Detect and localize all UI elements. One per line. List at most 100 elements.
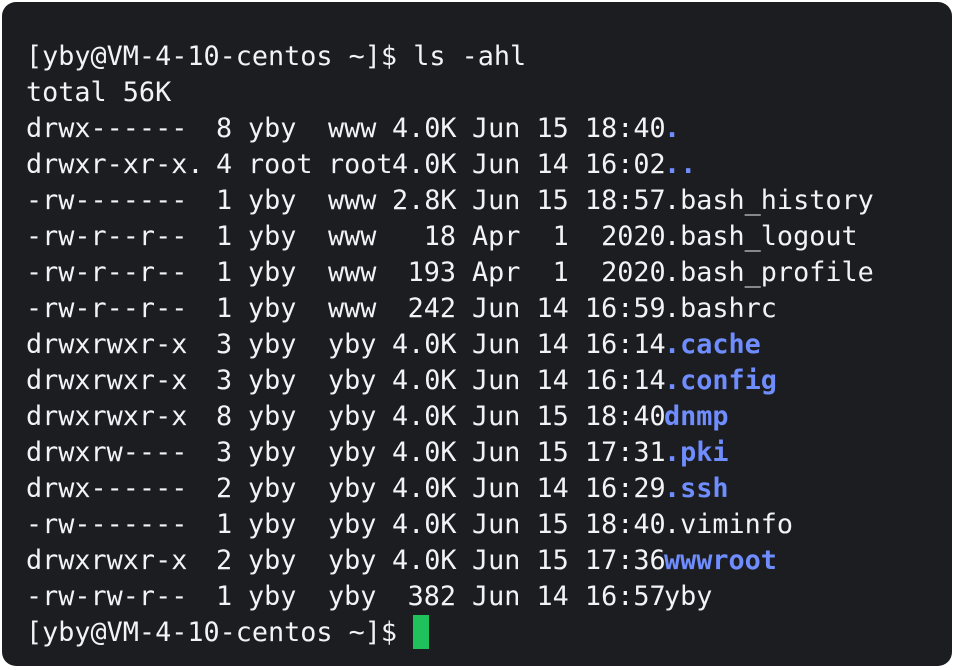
filename-cell: .ssh — [664, 473, 729, 504]
owner-cell: root — [248, 149, 313, 180]
owner-cell: yby — [248, 365, 297, 396]
filename-cell: wwwroot — [664, 545, 777, 576]
owner-cell: yby — [248, 509, 297, 540]
date-cell: Apr 1 2020 — [472, 221, 666, 252]
link-count-cell: 3 — [216, 329, 233, 360]
group-cell: www — [328, 221, 377, 252]
owner-cell: yby — [248, 329, 297, 360]
total-line: total 56K — [26, 77, 172, 108]
owner-cell: yby — [248, 221, 297, 252]
size-cell: 193 — [407, 257, 456, 288]
listing-row: -rw------- 1 yby www 2.8K Jun 15 18:57.bash_h… — [26, 183, 952, 219]
filename-cell: .. — [664, 149, 697, 180]
listing-row: drwx------ 2 yby yby 4.0K Jun 14 16:29.ssh — [26, 471, 952, 507]
listing-row: drwxrwxr-x 8 yby yby 4.0K Jun 15 18:40dnmp — [26, 399, 952, 435]
link-count-cell: 1 — [216, 185, 233, 216]
group-cell: yby — [328, 329, 377, 360]
size-cell: 4.0K — [392, 113, 457, 144]
permissions-cell: drwxrwxr-x — [26, 401, 188, 432]
listing-row: drwxrwxr-x 3 yby yby 4.0K Jun 14 16:14.cache — [26, 327, 952, 363]
link-count-cell: 1 — [216, 509, 233, 540]
size-cell: 242 — [407, 293, 456, 324]
link-count-cell: 2 — [216, 545, 233, 576]
permissions-cell: drwxrwxr-x — [26, 365, 188, 396]
shell-prompt: [yby@VM-4-10-centos ~]$ — [26, 617, 398, 648]
group-cell: yby — [328, 545, 377, 576]
date-cell: Jun 14 16:02 — [472, 149, 666, 180]
date-cell: Jun 15 18:40 — [472, 401, 666, 432]
filename-cell: .config — [664, 365, 777, 396]
owner-cell: yby — [248, 401, 297, 432]
link-count-cell: 1 — [216, 581, 233, 612]
size-cell: 4.0K — [392, 509, 457, 540]
size-cell: 4.0K — [392, 365, 457, 396]
owner-cell: yby — [248, 545, 297, 576]
permissions-cell: -rw-r--r-- — [26, 257, 188, 288]
permissions-cell: -rw------- — [26, 185, 188, 216]
size-cell: 4.0K — [392, 437, 457, 468]
group-cell: www — [328, 293, 377, 324]
date-cell: Jun 14 16:14 — [472, 329, 666, 360]
permissions-cell: -rw------- — [26, 509, 188, 540]
filename-cell: .bashrc — [664, 293, 777, 324]
listing-row: -rw-r--r-- 1 yby www 18 Apr 1 2020.bash_logou… — [26, 219, 952, 255]
permissions-cell: drwx------ — [26, 113, 188, 144]
terminal-window[interactable]: [yby@VM-4-10-centos ~]$ ls -ahl total 56… — [2, 2, 952, 666]
filename-cell: .bash_history — [664, 185, 874, 216]
owner-cell: yby — [248, 113, 297, 144]
group-cell: www — [328, 257, 377, 288]
link-count-cell: 4 — [216, 149, 233, 180]
permissions-cell: drwxrw---- — [26, 437, 188, 468]
size-cell: 4.0K — [392, 149, 457, 180]
link-count-cell: 3 — [216, 437, 233, 468]
listing-row: -rw------- 1 yby yby 4.0K Jun 15 18:40.viminf… — [26, 507, 952, 543]
filename-cell: .cache — [664, 329, 761, 360]
size-cell: 4.0K — [392, 329, 457, 360]
group-cell: yby — [328, 437, 377, 468]
link-count-cell: 1 — [216, 293, 233, 324]
permissions-cell: drwxr-xr-x. — [26, 149, 204, 180]
date-cell: Jun 15 18:40 — [472, 113, 666, 144]
owner-cell: yby — [248, 185, 297, 216]
link-count-cell: 8 — [216, 113, 233, 144]
permissions-cell: drwxrwxr-x — [26, 329, 188, 360]
owner-cell: yby — [248, 293, 297, 324]
owner-cell: yby — [248, 473, 297, 504]
command-text: ls -ahl — [413, 41, 527, 72]
filename-cell: .viminfo — [664, 509, 794, 540]
group-cell: www — [328, 185, 377, 216]
directory-listing: drwx------ 8 yby www 4.0K Jun 15 18:40. drwxr-… — [26, 111, 952, 615]
listing-row: -rw-r--r-- 1 yby www 242 Jun 14 16:59.bashrc — [26, 291, 952, 327]
filename-cell: .bash_profile — [664, 257, 874, 288]
text-cursor[interactable] — [413, 615, 430, 649]
owner-cell: yby — [248, 581, 297, 612]
date-cell: Apr 1 2020 — [472, 257, 666, 288]
shell-prompt: [yby@VM-4-10-centos ~]$ — [26, 41, 398, 72]
date-cell: Jun 14 16:57 — [472, 581, 666, 612]
date-cell: Jun 14 16:29 — [472, 473, 666, 504]
group-cell: yby — [328, 473, 377, 504]
owner-cell: yby — [248, 437, 297, 468]
permissions-cell: drwx------ — [26, 473, 188, 504]
link-count-cell: 1 — [216, 257, 233, 288]
date-cell: Jun 15 18:40 — [472, 509, 666, 540]
group-cell: www — [328, 113, 377, 144]
listing-row: drwxr-xr-x. 4 root root4.0K Jun 14 16:02.. — [26, 147, 952, 183]
group-cell: yby — [328, 365, 377, 396]
size-cell: 4.0K — [392, 401, 457, 432]
date-cell: Jun 14 16:59 — [472, 293, 666, 324]
link-count-cell: 3 — [216, 365, 233, 396]
listing-row: drwxrwxr-x 3 yby yby 4.0K Jun 14 16:14.config — [26, 363, 952, 399]
size-cell: 18 — [423, 221, 456, 252]
size-cell: 2.8K — [392, 185, 457, 216]
input-line[interactable]: [yby@VM-4-10-centos ~]$ — [26, 615, 952, 651]
link-count-cell: 1 — [216, 221, 233, 252]
size-cell: 382 — [407, 581, 456, 612]
date-cell: Jun 15 17:31 — [472, 437, 666, 468]
permissions-cell: -rw-rw-r-- — [26, 581, 188, 612]
listing-row: drwxrwxr-x 2 yby yby 4.0K Jun 15 17:36wwwroot — [26, 543, 952, 579]
group-cell: yby — [328, 509, 377, 540]
owner-cell: yby — [248, 257, 297, 288]
filename-cell: . — [664, 113, 681, 144]
listing-row: drwxrw---- 3 yby yby 4.0K Jun 15 17:31.pki — [26, 435, 952, 471]
